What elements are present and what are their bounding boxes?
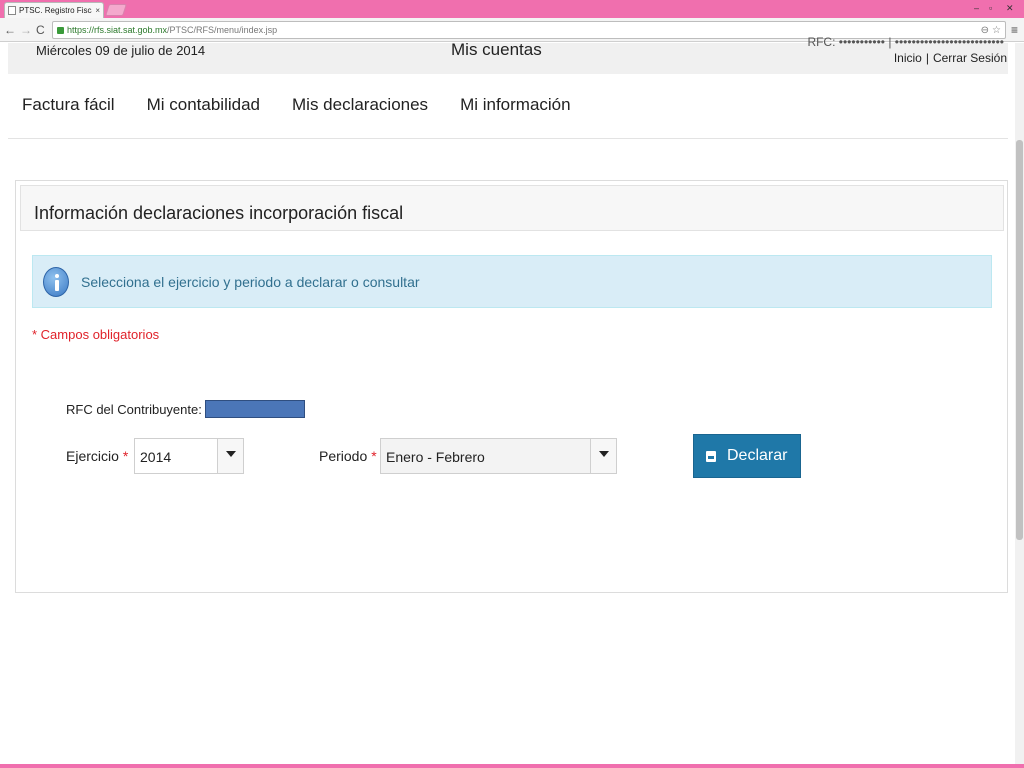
page-header: Miércoles 09 de julio de 2014 Mis cuenta… — [8, 35, 1008, 74]
panel-header: Información declaraciones incorporación … — [20, 185, 1004, 231]
close-window-icon[interactable]: ✕ — [1006, 2, 1014, 14]
nav-item-mi-informacion[interactable]: Mi información — [460, 95, 571, 115]
rfc-label: RFC del Contribuyente: — [66, 402, 202, 417]
declarar-label: Declarar — [727, 447, 788, 464]
lock-icon — [57, 26, 64, 34]
periodo-select[interactable]: Enero - Febrero — [380, 438, 617, 474]
maximize-icon[interactable]: ▫ — [989, 2, 992, 14]
ejercicio-value: 2014 — [140, 449, 172, 465]
info-alert: Selecciona el ejercicio y periodo a decl… — [32, 255, 992, 308]
panel-title: Información declaraciones incorporación … — [34, 203, 404, 223]
inicio-link[interactable]: Inicio — [894, 51, 922, 65]
save-icon — [706, 451, 716, 462]
nav-item-mi-contabilidad[interactable]: Mi contabilidad — [147, 95, 260, 115]
back-arrow-icon[interactable]: ← — [4, 22, 16, 38]
tab-title: PTSC. Registro Fiscal Simp — [19, 6, 92, 15]
page-icon — [8, 6, 16, 15]
minimize-icon[interactable]: – — [974, 2, 979, 14]
browser-tab[interactable]: PTSC. Registro Fiscal Simp × — [4, 2, 104, 18]
browser-titlebar: PTSC. Registro Fiscal Simp × – ▫ ✕ — [0, 0, 1024, 18]
nav-item-factura-facil[interactable]: Factura fácil — [22, 95, 115, 115]
scrollbar-thumb[interactable] — [1016, 140, 1023, 540]
main-nav: Factura fácil Mi contabilidad Mis declar… — [22, 95, 571, 115]
cerrar-sesion-link[interactable]: Cerrar Sesión — [933, 51, 1007, 65]
ejercicio-label: Ejercicio * — [66, 448, 129, 464]
browser-menu-icon[interactable]: ≡ — [1011, 23, 1018, 37]
required-fields-note: * Campos obligatorios — [32, 327, 160, 342]
url-text[interactable]: https://rfs.siat.sat.gob.mx/PTSC/RFS/men… — [67, 25, 978, 35]
link-separator: | — [925, 51, 929, 65]
close-tab-icon[interactable]: × — [95, 6, 100, 15]
new-tab-button[interactable] — [105, 4, 127, 16]
user-info: RFC: ••••••••••• | •••••••••••••••••••••… — [807, 35, 1004, 49]
bookmark-star-icon[interactable]: ☆ — [992, 25, 1001, 36]
nav-divider — [8, 138, 1008, 139]
info-icon — [43, 267, 69, 297]
periodo-label: Periodo * — [319, 448, 377, 464]
rfc-value-redacted — [205, 400, 305, 418]
reload-icon[interactable]: C — [36, 22, 45, 38]
page-title: Mis cuentas — [451, 40, 542, 59]
required-star: * — [371, 448, 377, 464]
header-links: Inicio | Cerrar Sesión — [894, 51, 1007, 65]
current-date: Miércoles 09 de julio de 2014 — [36, 43, 206, 58]
info-message: Selecciona el ejercicio y periodo a decl… — [81, 274, 420, 290]
chevron-down-icon[interactable] — [590, 439, 616, 473]
declarar-button[interactable]: Declarar — [693, 434, 801, 478]
declaraciones-panel: Información declaraciones incorporación … — [15, 180, 1008, 593]
chevron-down-icon[interactable] — [217, 439, 243, 473]
forward-arrow-icon[interactable]: → — [20, 22, 32, 38]
zoom-icon[interactable]: ⊖ — [981, 25, 989, 36]
page-scrollbar[interactable] — [1015, 43, 1024, 768]
required-star: * — [122, 448, 129, 464]
ejercicio-select[interactable]: 2014 — [134, 438, 244, 474]
nav-item-mis-declaraciones[interactable]: Mis declaraciones — [292, 95, 428, 115]
window-bottom-border — [0, 764, 1024, 768]
periodo-value: Enero - Febrero — [386, 449, 485, 465]
